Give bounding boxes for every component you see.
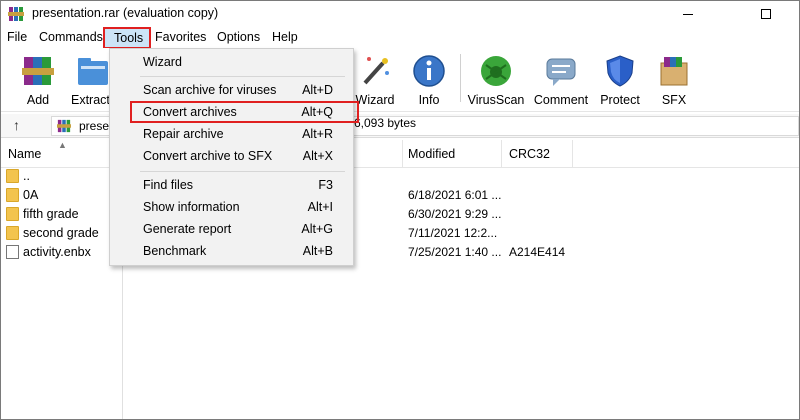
menu-item-benchmark[interactable]: Benchmark Alt+B [110,240,353,262]
wizard-wand-icon [363,57,389,85]
menu-file[interactable]: File [7,30,27,44]
archive-path: prese [79,119,110,133]
file-icon [6,245,19,259]
menu-separator [140,171,345,172]
menu-separator [140,76,345,77]
virus-scan-icon [481,56,511,86]
extract-icon [78,58,108,85]
add-button[interactable]: Add [8,50,68,108]
minimize-button[interactable] [666,1,710,27]
column-divider[interactable] [402,140,403,168]
up-arrow-icon[interactable]: ↑ [13,117,20,133]
winrar-app-icon [8,7,24,21]
menu-item-wizard[interactable]: Wizard [110,51,353,73]
folder-icon [6,207,19,221]
menu-commands[interactable]: Commands [39,30,103,44]
maximize-icon [761,9,771,19]
folder-icon [6,188,19,202]
folder-icon [6,169,19,183]
archive-icon [57,119,71,133]
menu-options[interactable]: Options [217,30,260,44]
shield-icon [606,55,634,87]
menu-item-scan-viruses[interactable]: Scan archive for viruses Alt+D [110,79,353,101]
menu-tools[interactable]: Tools [103,27,151,49]
menu-bar: File Commands Tools Favorites Options He… [1,27,799,49]
maximize-button[interactable] [744,1,788,27]
comment-button[interactable]: Comment [531,50,591,108]
pane-divider [122,265,123,419]
wizard-button[interactable]: Wizard [345,50,405,108]
info-icon [413,55,445,87]
virusscan-button[interactable]: VirusScan [466,50,526,108]
menu-item-find-files[interactable]: Find files F3 [110,174,353,196]
column-divider[interactable] [572,140,573,168]
menu-item-show-information[interactable]: Show information Alt+I [110,196,353,218]
column-name[interactable]: Name [8,147,41,161]
menu-item-convert-sfx[interactable]: Convert archive to SFX Alt+X [110,145,353,167]
title-bar: presentation.rar (evaluation copy) [1,1,799,27]
folder-icon [6,226,19,240]
menu-help[interactable]: Help [272,30,298,44]
column-crc32[interactable]: CRC32 [509,147,550,161]
sort-ascending-icon: ▲ [58,140,67,150]
column-divider[interactable] [501,140,502,168]
sfx-button[interactable]: SFX [644,50,704,108]
menu-item-repair-archive[interactable]: Repair archive Alt+R [110,123,353,145]
menu-item-convert-archives[interactable]: Convert archives Alt+Q [110,101,359,123]
sfx-box-icon [660,57,688,86]
toolbar-separator [460,54,461,102]
window-title: presentation.rar (evaluation copy) [32,6,219,20]
winrar-window: presentation.rar (evaluation copy) File … [0,0,800,420]
archive-size-info: 6,093 bytes [354,116,417,130]
menu-tools-label: Tools [114,31,144,45]
menu-item-generate-report[interactable]: Generate report Alt+G [110,218,353,240]
minimize-icon [683,13,693,15]
info-button[interactable]: Info [399,50,459,108]
column-modified[interactable]: Modified [408,147,455,161]
tools-menu-dropdown: Wizard Scan archive for viruses Alt+D Co… [109,48,359,266]
menu-favorites[interactable]: Favorites [155,30,206,44]
protect-button[interactable]: Protect [590,50,650,108]
comment-icon [546,58,576,86]
add-archive-icon [22,57,54,85]
